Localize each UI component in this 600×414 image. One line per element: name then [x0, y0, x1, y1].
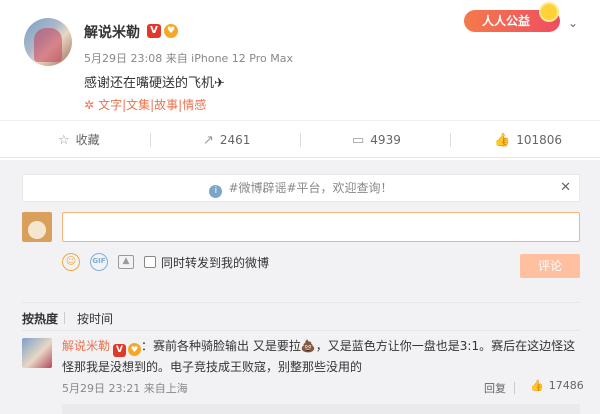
chevron-down-icon[interactable]: ⌄ [568, 16, 582, 30]
flower-icon: ✲ [84, 98, 95, 112]
comment-author-name[interactable]: 解说米勒 [62, 339, 110, 353]
sort-by-hot-tab[interactable]: 按热度 [22, 310, 58, 327]
comment-action-divider [514, 382, 515, 394]
comment-tools: ☺ GIF ▲ 同时转发到我的微博 [62, 252, 269, 272]
post-text: 感谢还在嘴硬送的飞机✈ [84, 76, 225, 91]
author-name[interactable]: 解说米勒 [84, 22, 140, 42]
submit-comment-button[interactable]: 评论 [520, 254, 580, 278]
verified-badge-icon: V [147, 24, 161, 38]
heart-badge-icon: ♥ [128, 343, 142, 356]
sub-comments-bar [62, 404, 580, 414]
post-action-bar: ☆ 收藏 ↗ 2461 ▭ 4939 👍 101806 [0, 120, 600, 158]
sort-divider [64, 312, 65, 324]
gif-icon[interactable]: GIF [90, 253, 108, 271]
thumbs-up-icon: 👍 [530, 379, 544, 392]
rumor-notice: i #微博辟谣#平台，欢迎查询！ ✕ [22, 174, 580, 202]
emoji-icon[interactable]: ☺ [62, 253, 80, 271]
forward-checkbox[interactable] [144, 256, 156, 268]
weibo-post-card: 解说米勒 V ♥ 5月29日 23:08 来自 iPhone 12 Pro Ma… [0, 0, 600, 414]
sun-icon [541, 4, 557, 20]
like-count: 101806 [516, 133, 562, 147]
repost-icon: ↗ [203, 132, 214, 148]
reply-button[interactable]: 回复 [484, 380, 506, 396]
comment-count: 4939 [370, 133, 401, 147]
notice-text[interactable]: #微博辟谣#平台，欢迎查询！ [228, 181, 392, 195]
author-avatar[interactable] [24, 18, 72, 66]
repost-button[interactable]: ↗ 2461 [203, 121, 250, 159]
sort-by-time-tab[interactable]: 按时间 [77, 310, 113, 327]
favorite-label: 收藏 [75, 133, 100, 147]
close-icon[interactable]: ✕ [560, 175, 571, 201]
divider [22, 330, 580, 331]
action-divider [300, 133, 301, 147]
image-icon[interactable]: ▲ [118, 255, 134, 269]
comment-meta: 5月29日 23:21 来自上海 [62, 382, 188, 395]
action-divider [450, 133, 451, 147]
post-meta: 5月29日 23:08 来自 iPhone 12 Pro Max [84, 52, 293, 65]
comment-like-button[interactable]: 👍 17486 [530, 379, 584, 392]
comment-icon: ▭ [352, 132, 365, 148]
comment-button[interactable]: ▭ 4939 [352, 121, 401, 159]
comment-body: 解说米勒 V ♥ ：赛前各种骑脸输出 又是要拉💩，又是蓝色方让你一盘也是3:1。赛后在… [62, 336, 582, 377]
star-icon: ☆ [58, 132, 70, 148]
my-avatar [22, 212, 52, 242]
favorite-button[interactable]: ☆ 收藏 [58, 121, 100, 159]
thumbs-up-icon: 👍 [494, 132, 511, 148]
post-topic-links[interactable]: ✲ 文字|文集|故事|情感 [84, 96, 206, 113]
comment-like-count: 17486 [548, 379, 584, 392]
forward-label[interactable]: 同时转发到我的微博 [161, 254, 269, 271]
repost-count: 2461 [219, 133, 251, 147]
topic-links-text[interactable]: 文字|文集|故事|情感 [98, 98, 206, 112]
comment-panel: i #微博辟谣#平台，欢迎查询！ ✕ ☺ GIF ▲ 同时转发到我的微博 评论 按… [0, 160, 600, 414]
comment-input[interactable] [62, 212, 580, 242]
like-button[interactable]: 👍 101806 [494, 121, 562, 159]
heart-badge-icon: ♥ [164, 24, 178, 38]
info-icon: i [209, 185, 223, 198]
divider [22, 302, 580, 303]
action-divider [150, 133, 151, 147]
verified-badge-icon: V [113, 344, 127, 357]
comment-author-avatar[interactable] [22, 338, 52, 368]
